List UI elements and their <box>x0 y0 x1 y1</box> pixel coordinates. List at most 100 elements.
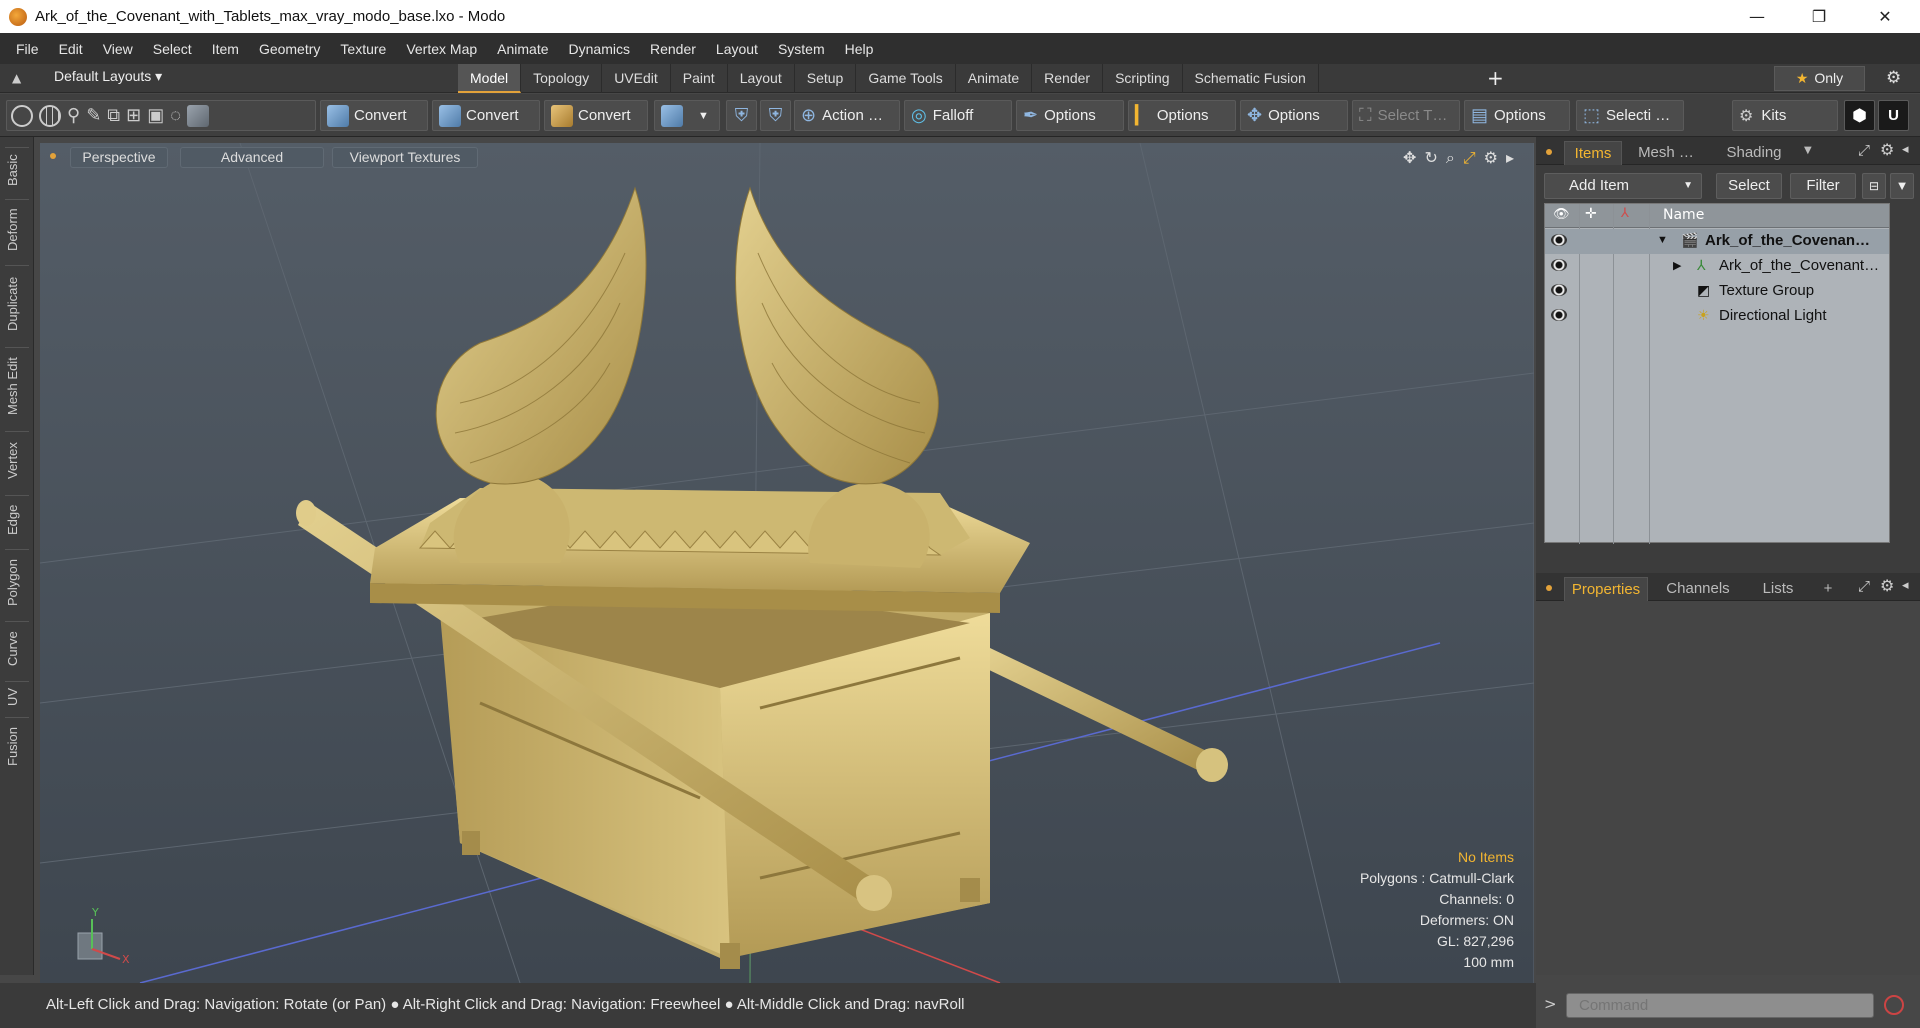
tab-animate[interactable]: Animate <box>956 64 1033 93</box>
convert-button-3[interactable]: Convert <box>544 100 648 131</box>
panel-arrow-icon[interactable]: ◂ <box>1902 142 1909 157</box>
stop-icon[interactable] <box>1884 995 1904 1015</box>
options-button-4[interactable]: ▤ Options <box>1464 100 1570 131</box>
side-tab-basic[interactable]: Basic <box>5 147 29 193</box>
item-list[interactable]: 👁 ✛ ⅄ Name ▼ 🎬 Ark_of_the_Covenan… ▶ ⅄ A… <box>1544 203 1890 544</box>
globe-mode-icon[interactable] <box>39 104 61 127</box>
mesh-cube-icon[interactable] <box>186 104 209 127</box>
polygon-mode-icon[interactable]: ⊞ <box>126 105 141 126</box>
perspective-button[interactable]: Perspective <box>70 147 168 168</box>
add-panel-tab-button[interactable]: + <box>1816 577 1840 601</box>
only-button[interactable]: ★ Only <box>1774 66 1865 91</box>
action-center-button[interactable]: ⊕ Action … <box>794 100 900 131</box>
tab-shading[interactable]: Shading <box>1712 141 1796 165</box>
expand-panel-icon[interactable]: ⤢ <box>1858 577 1870 595</box>
convert-button-2[interactable]: Convert <box>432 100 540 131</box>
eye-icon[interactable] <box>1551 234 1567 246</box>
side-tab-duplicate[interactable]: Duplicate <box>5 265 29 341</box>
tab-lists[interactable]: Lists <box>1748 577 1808 601</box>
panel-arrow-icon[interactable]: ◂ <box>1902 578 1909 593</box>
menu-edit[interactable]: Edit <box>49 41 93 57</box>
side-tab-uv[interactable]: UV <box>5 681 29 711</box>
command-input[interactable] <box>1566 993 1874 1018</box>
side-tab-deform[interactable]: Deform <box>5 199 29 259</box>
viewport-textures-button[interactable]: Viewport Textures <box>332 147 478 168</box>
gear-icon[interactable]: ⚙ <box>1886 68 1901 88</box>
zoom-icon[interactable]: ⌕ <box>1446 148 1455 168</box>
tab-channels[interactable]: Channels <box>1656 577 1740 601</box>
side-tab-vertex[interactable]: Vertex <box>5 431 29 489</box>
viewport-scene[interactable]: Y X <box>40 143 1534 983</box>
tab-items[interactable]: Items <box>1564 141 1622 165</box>
tab-paint[interactable]: Paint <box>671 64 728 93</box>
viewport-gear-icon[interactable]: ⚙ <box>1484 148 1498 168</box>
advanced-button[interactable]: Advanced <box>180 147 324 168</box>
close-button[interactable]: ✕ <box>1856 0 1914 33</box>
falloff-button[interactable]: ◎ Falloff <box>904 100 1012 131</box>
pen-icon[interactable]: ✎ <box>86 105 101 126</box>
convert-button-1[interactable]: Convert <box>320 100 428 131</box>
filter-button[interactable]: Filter <box>1790 173 1856 199</box>
options-button-2[interactable]: ▎ Options <box>1128 100 1236 131</box>
tab-mesh[interactable]: Mesh … <box>1630 141 1702 165</box>
expand-right-icon[interactable]: ▸ <box>1506 148 1514 168</box>
list-item-scene[interactable]: ▼ 🎬 Ark_of_the_Covenan… <box>1545 229 1889 254</box>
unity-button[interactable]: ⬢ <box>1844 100 1875 131</box>
tab-uvedit[interactable]: UVEdit <box>602 64 671 93</box>
menu-texture[interactable]: Texture <box>330 41 396 57</box>
collapse-up-icon[interactable]: ▲ <box>12 71 21 85</box>
side-tab-edge[interactable]: Edge <box>5 495 29 543</box>
select-through-button[interactable]: ⛶ Select T… <box>1352 100 1460 131</box>
add-item-button[interactable]: Add Item ▼ <box>1544 173 1702 199</box>
expand-arrow-icon[interactable]: ▶ <box>1673 259 1681 272</box>
menu-item[interactable]: Item <box>202 41 249 57</box>
fit-view-icon[interactable]: ⤢ <box>1463 148 1476 168</box>
tab-model[interactable]: Model <box>458 64 522 93</box>
kits-button[interactable]: ⚙ Kits <box>1732 100 1838 131</box>
eye-icon[interactable] <box>1551 259 1567 271</box>
options-button-3[interactable]: ✥ Options <box>1240 100 1348 131</box>
tab-topology[interactable]: Topology <box>521 64 603 93</box>
menu-layout[interactable]: Layout <box>706 41 768 57</box>
panel-gear-icon[interactable]: ⚙ <box>1880 576 1894 595</box>
list-item-directional-light[interactable]: ☀ Directional Light <box>1545 304 1889 329</box>
side-tab-polygon[interactable]: Polygon <box>5 549 29 615</box>
list-item-texture-group[interactable]: ◩ Texture Group <box>1545 279 1889 304</box>
move-view-icon[interactable]: ✥ <box>1403 148 1416 168</box>
panel-gear-icon[interactable]: ⚙ <box>1880 140 1894 159</box>
menu-file[interactable]: File <box>6 41 49 57</box>
vertex-mode-icon[interactable] <box>11 104 33 127</box>
selection-sets-button[interactable]: ⬚ Selecti … <box>1576 100 1684 131</box>
symmetry-shield-button[interactable]: ⛨ <box>726 100 757 131</box>
tab-setup[interactable]: Setup <box>795 64 857 93</box>
snap-shield-button[interactable]: ⛨ <box>760 100 791 131</box>
chevron-down-icon[interactable]: ▼ <box>1804 145 1812 156</box>
menu-vertex-map[interactable]: Vertex Map <box>396 41 487 57</box>
options-button-1[interactable]: ✒ Options <box>1016 100 1124 131</box>
material-mode-icon[interactable]: ◌ <box>170 105 181 126</box>
panel-menu-dot[interactable] <box>1546 149 1552 155</box>
3d-viewport[interactable]: Y X Perspective Advanced Viewport Textur… <box>40 143 1534 983</box>
collapse-list-icon[interactable]: ⊟ <box>1862 173 1886 199</box>
menu-view[interactable]: View <box>93 41 143 57</box>
menu-render[interactable]: Render <box>640 41 706 57</box>
eye-icon[interactable] <box>1551 284 1567 296</box>
add-tab-button[interactable]: + <box>1487 66 1504 90</box>
item-mode-icon[interactable]: ▣ <box>147 105 164 126</box>
edge-mode-icon[interactable]: ⧉ <box>107 105 120 126</box>
tab-properties[interactable]: Properties <box>1564 577 1648 601</box>
tab-layout[interactable]: Layout <box>728 64 795 93</box>
tab-game-tools[interactable]: Game Tools <box>856 64 956 93</box>
select-button[interactable]: Select <box>1716 173 1782 199</box>
menu-system[interactable]: System <box>768 41 835 57</box>
panel-menu-dot[interactable] <box>1546 585 1552 591</box>
funnel-icon[interactable]: ▼ <box>1890 173 1914 199</box>
eye-icon[interactable] <box>1551 309 1567 321</box>
minimize-button[interactable]: — <box>1728 0 1786 33</box>
menu-help[interactable]: Help <box>835 41 884 57</box>
menu-select[interactable]: Select <box>143 41 202 57</box>
menu-dynamics[interactable]: Dynamics <box>559 41 640 57</box>
tab-scripting[interactable]: Scripting <box>1103 64 1183 93</box>
layout-selector[interactable]: Default Layouts ▾ <box>54 68 162 85</box>
expand-arrow-icon[interactable]: ▼ <box>1657 234 1668 246</box>
